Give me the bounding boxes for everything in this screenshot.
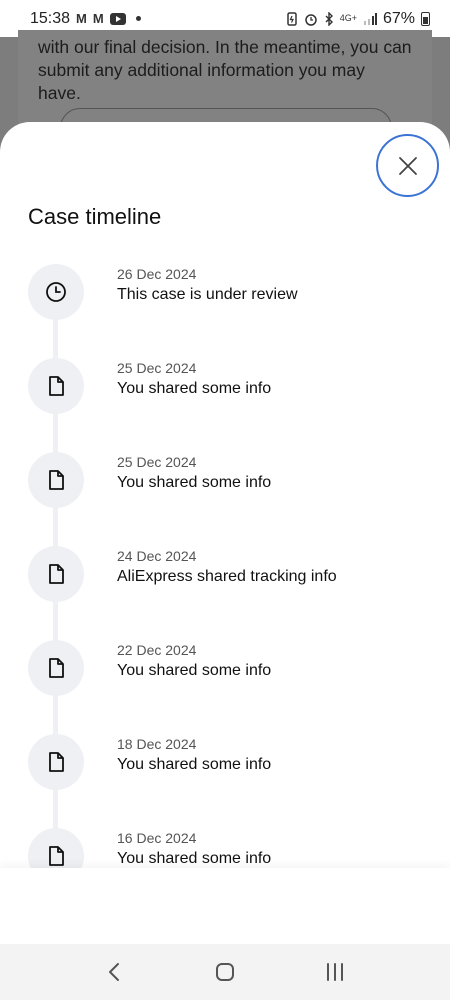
recents-button[interactable] (315, 952, 355, 992)
timeline-text: You shared some info (117, 474, 272, 491)
battery-icon (421, 11, 430, 26)
gmail-icon: M (76, 11, 87, 26)
timeline-text: AliExpress shared tracking info (117, 568, 337, 585)
case-timeline-sheet: Case timeline 26 Dec 2024 This case is u… (0, 122, 450, 1000)
document-icon (28, 734, 84, 790)
sheet-footer (0, 868, 450, 944)
timeline-item: 25 Dec 2024 You shared some info (0, 450, 450, 544)
network-icon: 4G+ (339, 13, 357, 23)
timeline-item: 22 Dec 2024 You shared some info (0, 638, 450, 732)
close-button[interactable] (376, 134, 439, 197)
timeline-text: You shared some info (117, 380, 272, 397)
home-icon (216, 963, 234, 981)
timeline-date: 16 Dec 2024 (117, 830, 197, 846)
document-icon (28, 452, 84, 508)
timeline-item: 18 Dec 2024 You shared some info (0, 732, 450, 826)
signal-icon (363, 12, 377, 25)
timeline-date: 25 Dec 2024 (117, 454, 197, 470)
close-icon (398, 156, 417, 175)
back-button[interactable] (95, 952, 135, 992)
document-icon (28, 358, 84, 414)
timeline-text: You shared some info (117, 662, 272, 679)
timeline-date: 25 Dec 2024 (117, 360, 197, 376)
alarm-icon (304, 13, 317, 26)
document-icon (28, 546, 84, 602)
timeline-list: 26 Dec 2024 This case is under review 25… (0, 262, 450, 868)
timeline-item: 26 Dec 2024 This case is under review (0, 262, 450, 356)
timeline-text: This case is under review (117, 286, 298, 303)
timeline-date: 24 Dec 2024 (117, 548, 197, 564)
timeline-date: 22 Dec 2024 (117, 642, 197, 658)
status-right: 4G+ 67% (286, 10, 430, 28)
recents-icon (327, 963, 343, 981)
home-button[interactable] (205, 952, 245, 992)
youtube-icon (109, 12, 126, 25)
status-left: 15:38 M M (30, 10, 141, 28)
navigation-bar (0, 944, 450, 1000)
back-icon (109, 963, 119, 981)
timeline-text: You shared some info (117, 850, 272, 867)
battery-percent: 67% (382, 9, 415, 27)
timeline-text: You shared some info (117, 756, 272, 773)
timeline-item: 16 Dec 2024 You shared some info (0, 826, 450, 868)
timeline-item: 24 Dec 2024 AliExpress shared tracking i… (0, 544, 450, 638)
timeline-item: 25 Dec 2024 You shared some info (0, 356, 450, 450)
document-icon (28, 640, 84, 696)
status-time: 15:38 (30, 9, 71, 27)
dot-icon (135, 16, 141, 21)
timeline-date: 18 Dec 2024 (117, 736, 197, 752)
gmail-icon: M (92, 11, 104, 26)
bluetooth-icon (325, 11, 333, 26)
background-text: with our final decision. In the meantime… (38, 37, 412, 103)
clock-icon (28, 264, 84, 320)
battery-saver-icon (286, 11, 297, 26)
sheet-title: Case timeline (28, 204, 162, 229)
timeline-date: 26 Dec 2024 (117, 266, 197, 282)
document-icon (28, 828, 84, 868)
